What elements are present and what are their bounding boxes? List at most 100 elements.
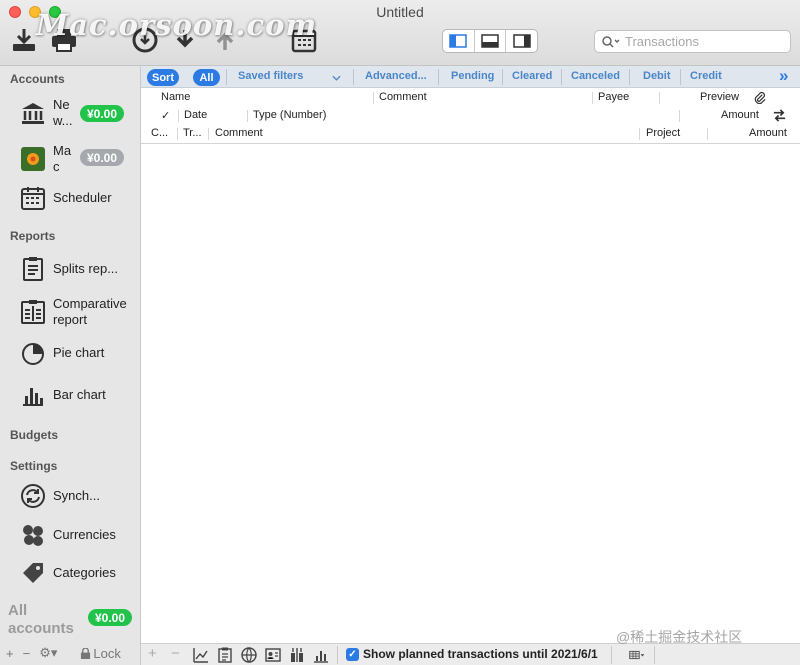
id-card-icon[interactable] [265, 647, 281, 663]
paperclip-icon[interactable] [753, 91, 766, 104]
remove-transaction-button[interactable]: − [171, 645, 187, 662]
show-planned-label: Show planned transactions until 2021/6/1 [363, 647, 598, 661]
column-separator [659, 92, 660, 104]
saved-filters-dropdown[interactable]: Saved filters [238, 70, 303, 82]
settings-header: Settings [10, 459, 58, 473]
column-separator [592, 92, 593, 104]
transactions-list[interactable] [141, 144, 800, 641]
filter-separator [561, 69, 562, 85]
column-date[interactable]: Date [184, 109, 207, 121]
bottom-panel-view-icon[interactable] [475, 30, 507, 52]
column-separator [247, 110, 248, 122]
lock-icon [81, 647, 91, 659]
search-input[interactable] [625, 34, 785, 49]
sidebar-item-categories[interactable]: Categories [20, 560, 135, 586]
column-separator [639, 128, 640, 140]
add-transaction-button[interactable]: + [148, 645, 164, 662]
split-columns-icon[interactable] [289, 647, 305, 663]
line-chart-icon[interactable] [193, 647, 209, 663]
currencies-icon [20, 522, 46, 548]
sidebar-item-bar-label: Bar chart [53, 387, 106, 402]
reports-header: Reports [10, 229, 56, 243]
column-header-row-3: C... Tr... Comment Project Amount [141, 125, 800, 144]
sidebar-item-bar-chart[interactable]: Bar chart [20, 382, 135, 408]
filter-pending[interactable]: Pending [451, 70, 494, 82]
filter-bar: Sort All Saved filters Advanced... Pendi… [141, 66, 800, 88]
all-filter-button[interactable]: All [193, 69, 220, 86]
bar-chart-icon [20, 382, 46, 408]
sidebar-footer: + − ⚙▾ Lock [0, 641, 140, 665]
sidebar-left-view-icon[interactable] [443, 30, 475, 52]
sidebar-item-splits-report[interactable]: Splits rep... [20, 256, 135, 282]
lock-label: Lock [93, 645, 121, 661]
chevron-down-icon[interactable] [332, 75, 341, 81]
filter-canceled[interactable]: Canceled [571, 70, 620, 82]
sidebar-item-comparative-report[interactable]: Comparative report [20, 296, 135, 328]
column-check[interactable]: ✓ [161, 109, 170, 122]
filter-credit[interactable]: Credit [690, 70, 722, 82]
swap-arrows-icon[interactable] [772, 109, 787, 122]
column-separator [178, 110, 179, 122]
filter-separator [680, 69, 681, 85]
search-field[interactable] [594, 30, 791, 53]
gear-menu-icon[interactable]: ⚙▾ [39, 645, 57, 661]
column-amount[interactable]: Amount [721, 109, 759, 121]
column-preview[interactable]: Preview [700, 91, 739, 103]
view-mode-segmented-control[interactable] [442, 29, 538, 53]
clipboard-icon[interactable] [217, 647, 233, 663]
sidebar-account-2-label: Ma c [53, 143, 72, 174]
bar-chart-small-icon[interactable] [313, 647, 329, 663]
show-planned-checkbox[interactable]: ✓ Show planned transactions until 2021/6… [346, 647, 598, 661]
column-separator [679, 110, 680, 122]
sidebar: Accounts Ne w... ¥0.00 Ma c ¥0.00 Schedu… [0, 66, 141, 665]
column-name[interactable]: Name [161, 91, 190, 103]
column-tr[interactable]: Tr... [183, 127, 202, 139]
corner-watermark: @稀土掘金技术社区 [616, 629, 743, 645]
accounts-header: Accounts [10, 72, 65, 86]
tag-icon [20, 560, 46, 586]
sidebar-account-1-label: Ne w... [53, 97, 73, 128]
account-1-balance-badge: ¥0.00 [80, 105, 124, 122]
column-payee[interactable]: Payee [598, 91, 629, 103]
sidebar-item-scheduler-label: Scheduler [53, 190, 112, 205]
add-account-button[interactable]: + [6, 646, 14, 661]
calendar-icon [20, 185, 46, 211]
globe-icon[interactable] [241, 647, 257, 663]
import-icon[interactable] [10, 26, 38, 54]
column-separator [208, 128, 209, 140]
column-split-comment[interactable]: Comment [215, 127, 263, 139]
lock-button[interactable]: Lock [80, 645, 121, 661]
budgets-header[interactable]: Budgets [10, 428, 58, 442]
filter-debit[interactable]: Debit [643, 70, 671, 82]
sidebar-item-pie-label: Pie chart [53, 345, 105, 360]
sidebar-item-currencies[interactable]: Currencies [20, 522, 135, 548]
filter-separator [629, 69, 630, 85]
sidebar-item-pie-chart[interactable]: Pie chart [20, 340, 135, 366]
sidebar-item-sync-label: Synch... [53, 488, 100, 503]
sidebar-right-view-icon[interactable] [506, 30, 537, 52]
remove-account-button[interactable]: − [23, 646, 31, 661]
search-icon [602, 35, 620, 48]
report-list-icon [20, 256, 46, 282]
column-header-row-1: Name Comment Payee Preview [141, 89, 800, 107]
filter-cleared[interactable]: Cleared [512, 70, 552, 82]
more-filters-button[interactable]: » [779, 66, 788, 86]
column-separator [707, 128, 708, 140]
filter-separator [226, 69, 227, 85]
sidebar-item-synchronization[interactable]: Synch... [20, 483, 135, 509]
checkbox-checked-icon[interactable]: ✓ [346, 647, 359, 661]
column-type-number[interactable]: Type (Number) [253, 109, 326, 121]
column-c[interactable]: C... [151, 127, 168, 139]
filter-advanced[interactable]: Advanced... [365, 70, 427, 82]
sort-button[interactable]: Sort [147, 69, 179, 86]
account-2-balance-badge: ¥0.00 [80, 149, 124, 166]
table-view-icon[interactable] [629, 647, 651, 663]
all-accounts-label[interactable]: All accounts [8, 602, 80, 638]
watermark-text: Mac.orsoon.com [36, 8, 318, 42]
filter-separator [502, 69, 503, 85]
bank-icon [20, 100, 46, 126]
column-split-amount[interactable]: Amount [749, 127, 787, 139]
sidebar-item-scheduler[interactable]: Scheduler [20, 185, 135, 211]
column-project[interactable]: Project [646, 127, 680, 139]
column-comment[interactable]: Comment [379, 91, 427, 103]
